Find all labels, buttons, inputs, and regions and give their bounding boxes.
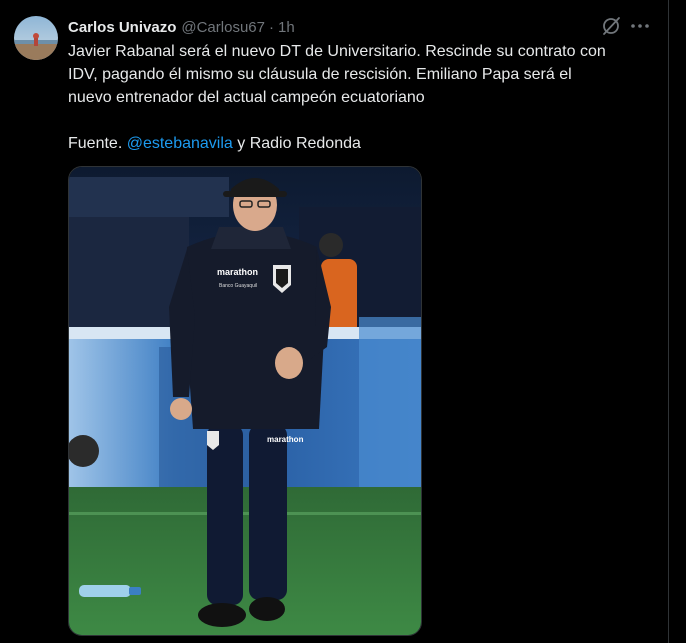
- chest-sponsor-small: Banco Guayaquil: [219, 283, 257, 289]
- display-name[interactable]: Carlos Univazo: [68, 19, 176, 36]
- timestamp[interactable]: 1h: [278, 19, 295, 36]
- shorts-sponsor-text: marathon: [267, 435, 304, 444]
- grok-icon[interactable]: [600, 15, 622, 37]
- more-icon[interactable]: [629, 15, 651, 37]
- tweet-article[interactable]: Carlos Univazo @Carlosu67 · 1h Javier Ra…: [0, 0, 669, 643]
- avatar[interactable]: [14, 16, 58, 60]
- mention-link[interactable]: @estebanavila: [127, 135, 233, 152]
- tweet-media-photo[interactable]: marathon Banco Guayaquil marathon: [68, 166, 422, 636]
- source-suffix: y Radio Redonda: [232, 135, 361, 152]
- user-handle[interactable]: @Carlosu67: [181, 19, 265, 36]
- tweet-text-line: IDV, pagando él mismo su cláusula de res…: [68, 66, 572, 83]
- tweet-text: Javier Rabanal será el nuevo DT de Unive…: [68, 40, 658, 155]
- source-prefix: Fuente.: [68, 135, 127, 152]
- separator-dot: ·: [268, 18, 274, 36]
- tweet-text-line: Javier Rabanal será el nuevo DT de Unive…: [68, 43, 606, 60]
- tweet-header: Carlos Univazo @Carlosu67 · 1h: [68, 17, 295, 37]
- tweet-text-line: nuevo entrenador del actual campeón ecua…: [68, 89, 425, 106]
- shirt-sponsor-text: marathon: [217, 267, 258, 277]
- tweet-source-line: Fuente. @estebanavila y Radio Redonda: [68, 132, 658, 155]
